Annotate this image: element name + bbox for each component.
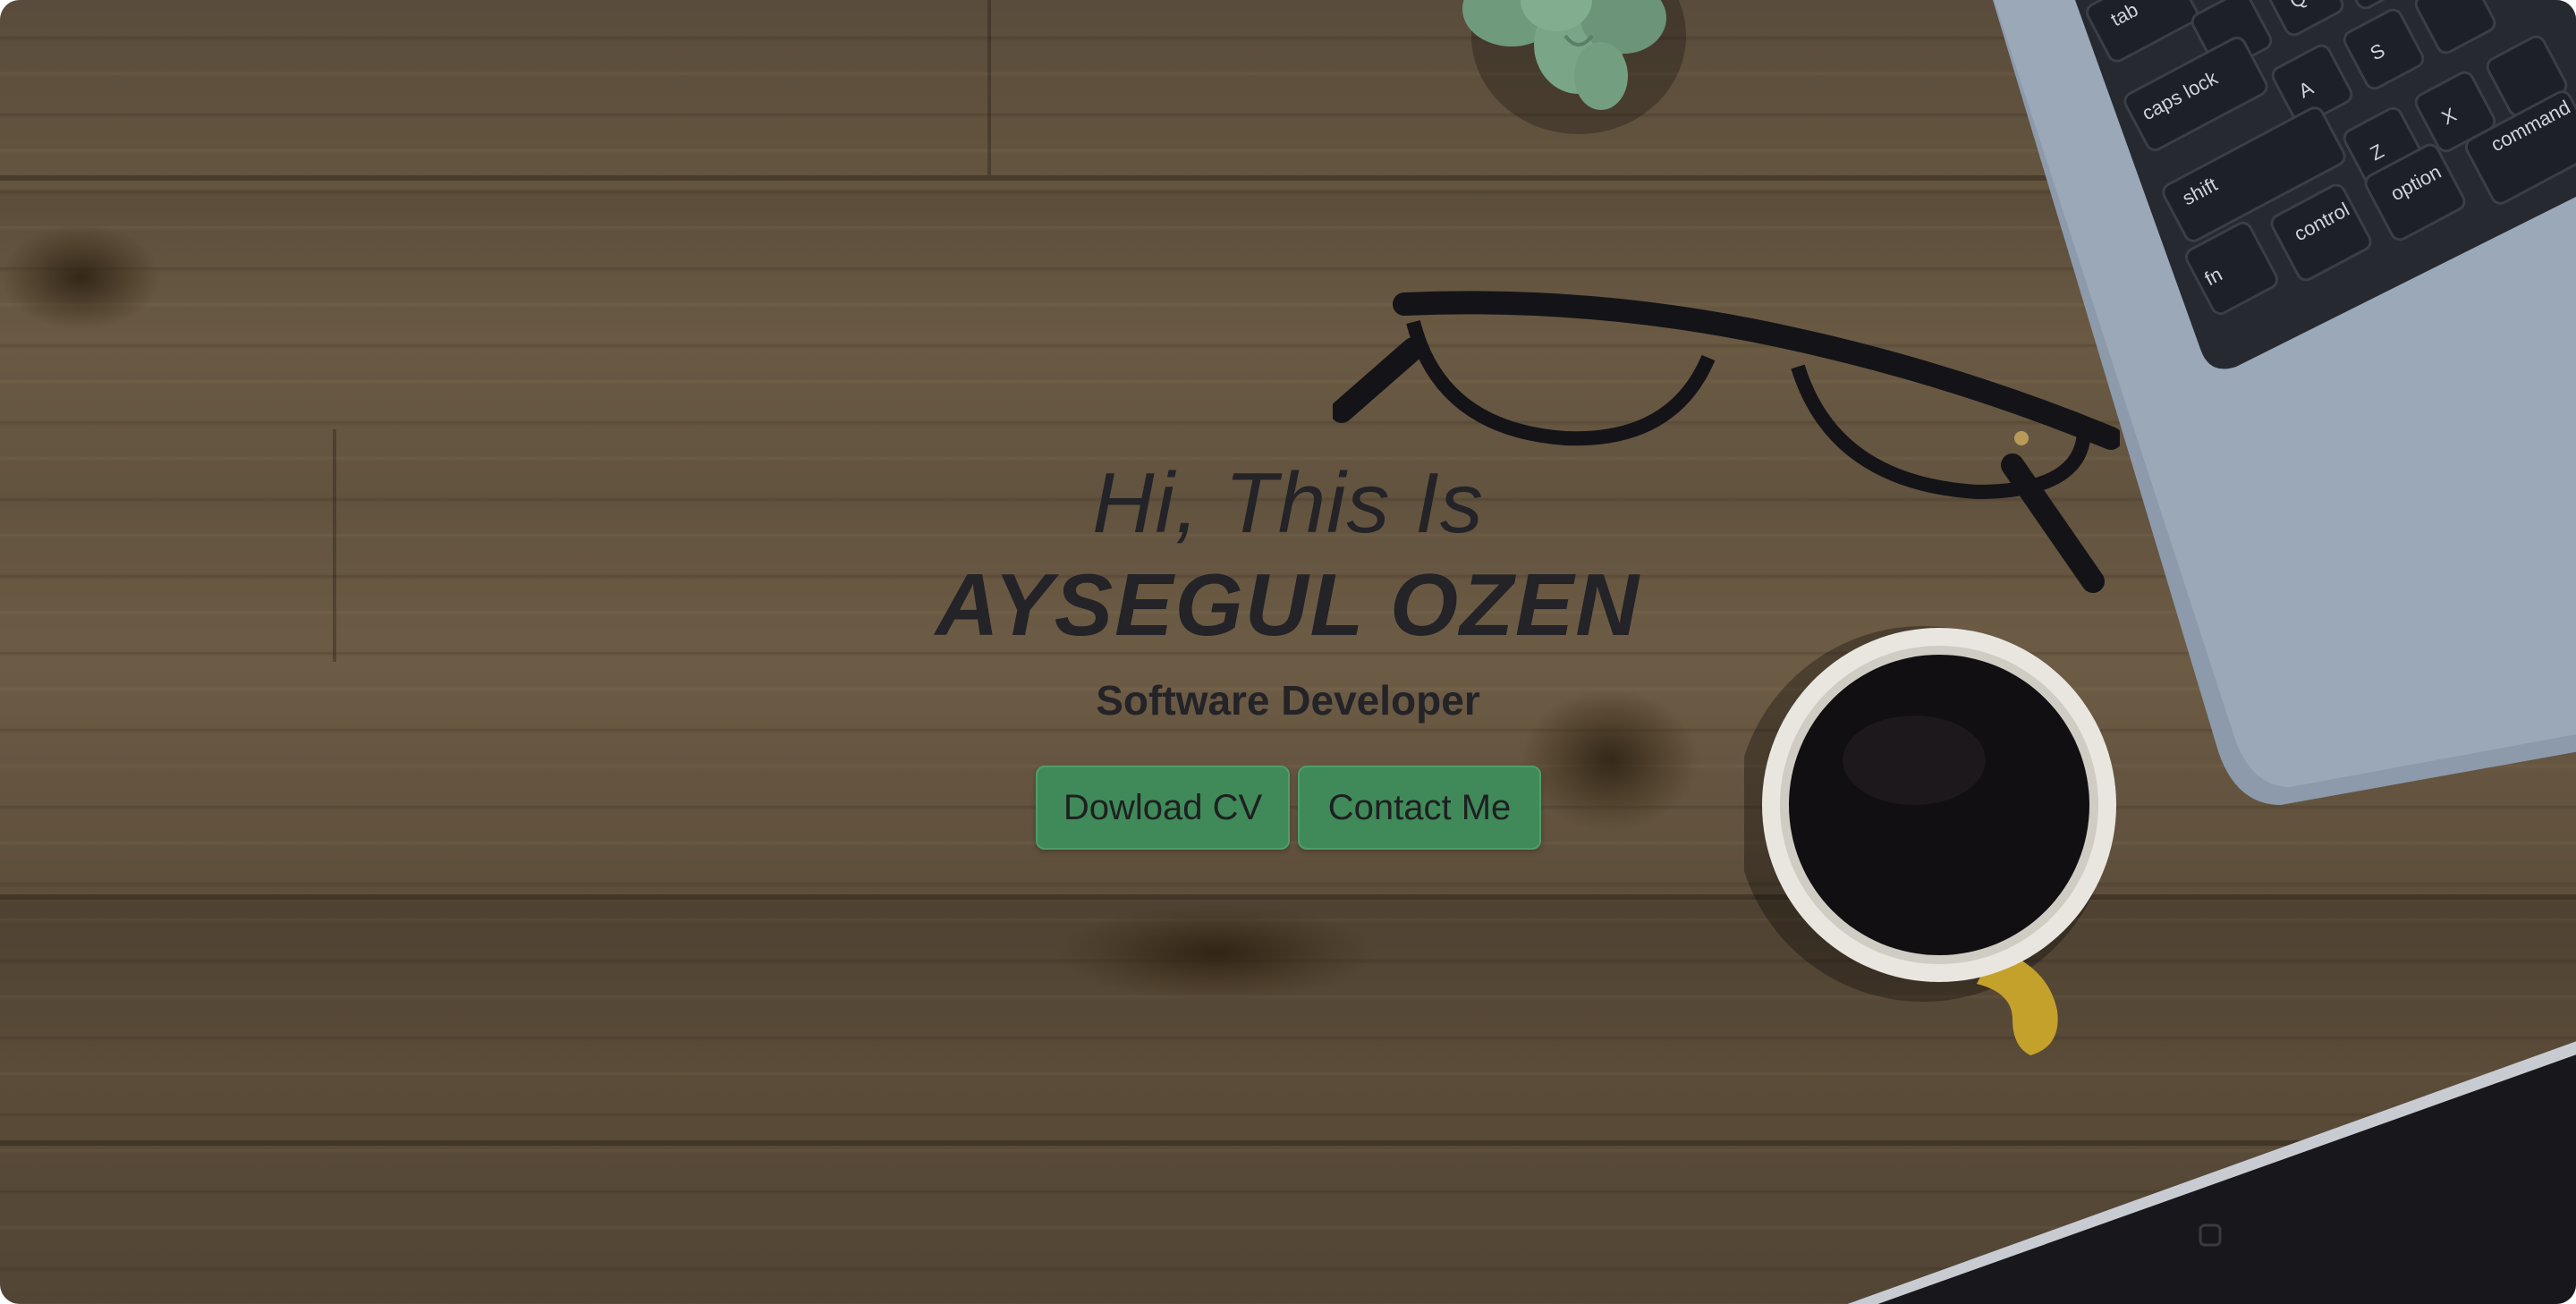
hero-content: Hi, This Is AYSEGUL OZEN Software Develo… <box>0 0 2576 1304</box>
download-cv-button[interactable]: Dowload CV <box>1036 766 1290 850</box>
hero-section: tab caps lock shift fn control option co… <box>0 0 2576 1304</box>
contact-me-button[interactable]: Contact Me <box>1298 766 1541 850</box>
name-heading: AYSEGUL OZEN <box>935 555 1641 654</box>
role-subtitle: Software Developer <box>1096 677 1480 724</box>
greeting-text: Hi, This Is <box>1092 455 1484 551</box>
